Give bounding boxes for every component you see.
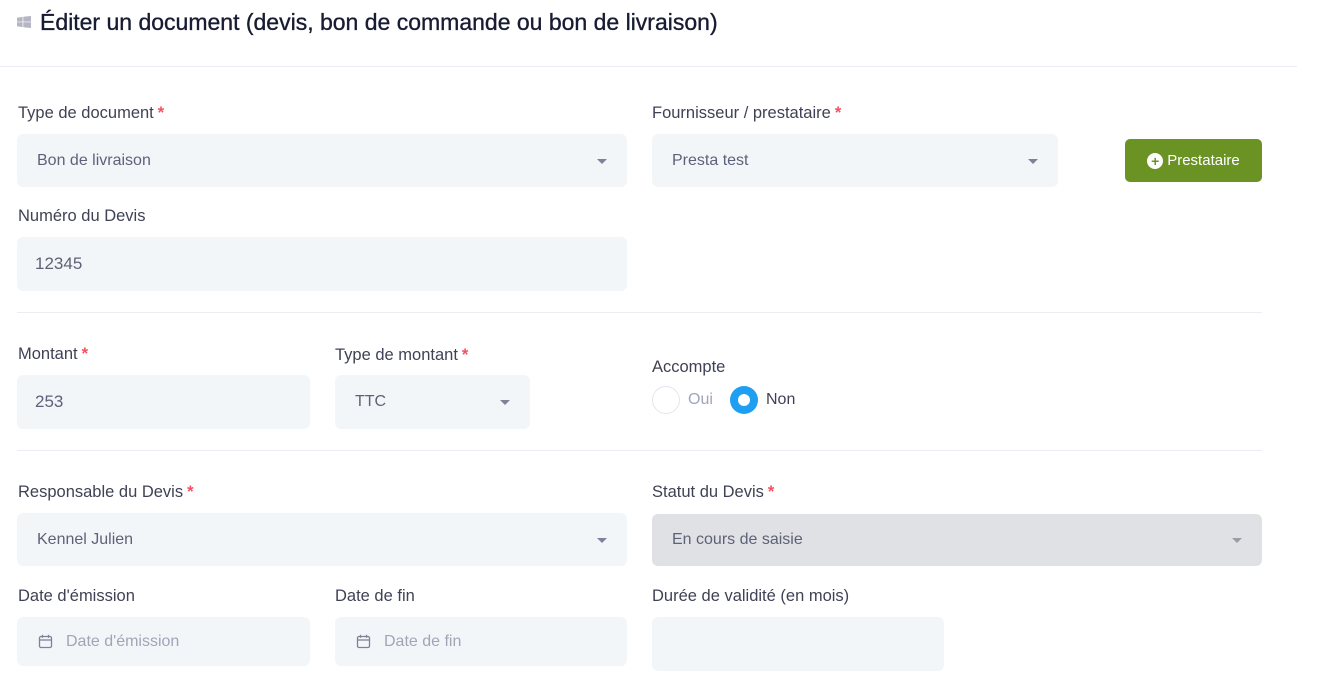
document-type-select[interactable]: Bon de livraison xyxy=(17,134,627,187)
chevron-down-icon xyxy=(1028,158,1038,164)
section-divider xyxy=(17,450,1262,451)
required-marker: * xyxy=(81,345,89,363)
document-type-label-text: Type de document xyxy=(18,104,154,122)
calendar-icon xyxy=(356,634,371,648)
document-type-label: Type de document * xyxy=(18,103,164,123)
header-divider xyxy=(0,66,1297,67)
chevron-down-icon xyxy=(500,400,510,405)
required-marker: * xyxy=(187,483,194,501)
provider-value: Presta test xyxy=(672,151,749,169)
provider-label: Fournisseur / prestataire * xyxy=(652,103,841,123)
edit-document-page: Éditer un document (devis, bon de comman… xyxy=(0,0,1322,684)
document-type-value: Bon de livraison xyxy=(37,151,151,169)
page-title: Éditer un document (devis, bon de comman… xyxy=(40,9,718,35)
radio-dot xyxy=(738,394,750,406)
calendar-icon xyxy=(38,634,53,648)
amount-type-label: Type de montant * xyxy=(335,345,468,365)
amount-type-value: TTC xyxy=(355,393,387,410)
quote-number-value: 12345 xyxy=(35,254,83,273)
provider-select[interactable]: Presta test xyxy=(652,134,1058,187)
deposit-option-non-label: Non xyxy=(766,391,796,408)
quote-manager-select[interactable]: Kennel Julien xyxy=(17,513,627,566)
required-marker: * xyxy=(157,104,165,122)
add-provider-button[interactable]: + Prestataire xyxy=(1125,139,1262,182)
quote-number-input[interactable]: 12345 xyxy=(17,237,627,291)
quote-status-label: Statut du Devis * xyxy=(652,482,774,502)
quote-status-select: En cours de saisie xyxy=(652,514,1262,566)
validity-input[interactable] xyxy=(652,617,944,671)
required-marker: * xyxy=(461,346,469,364)
amount-value: 253 xyxy=(35,392,64,411)
provider-label-text: Fournisseur / prestataire xyxy=(652,104,831,122)
quote-manager-label: Responsable du Devis * xyxy=(18,482,194,502)
amount-type-select[interactable]: TTC xyxy=(335,375,530,429)
deposit-radio-oui[interactable] xyxy=(652,386,680,414)
chevron-down-icon xyxy=(597,158,607,164)
deposit-label: Accompte xyxy=(652,358,726,376)
quote-status-value: En cours de saisie xyxy=(672,531,803,548)
amount-label-text: Montant xyxy=(18,345,78,363)
plus-circle-icon: + xyxy=(1147,152,1164,169)
end-date-input[interactable]: Date de fin xyxy=(335,617,627,666)
amount-type-label-text: Type de montant xyxy=(335,346,458,364)
deposit-option-oui-label: Oui xyxy=(688,391,713,408)
required-marker: * xyxy=(767,483,775,501)
quote-manager-value: Kennel Julien xyxy=(37,530,134,548)
amount-label: Montant * xyxy=(18,344,88,364)
quote-number-label: Numéro du Devis xyxy=(18,207,146,225)
issue-date-input[interactable]: Date d'émission xyxy=(17,617,310,666)
end-date-placeholder: Date de fin xyxy=(384,632,462,650)
issue-date-label: Date d'émission xyxy=(18,587,135,605)
deposit-radio-non[interactable] xyxy=(730,386,758,414)
amount-input[interactable]: 253 xyxy=(17,375,310,429)
add-provider-button-label: Prestataire xyxy=(1167,152,1240,169)
chevron-down-icon xyxy=(1232,538,1242,543)
required-marker: * xyxy=(834,104,842,122)
quote-status-label-text: Statut du Devis xyxy=(652,483,764,501)
validity-label: Durée de validité (en mois) xyxy=(652,587,850,605)
chevron-down-icon xyxy=(597,537,607,543)
windows-icon xyxy=(17,16,31,28)
quote-manager-label-text: Responsable du Devis xyxy=(18,483,184,501)
section-divider xyxy=(17,312,1262,313)
end-date-label: Date de fin xyxy=(335,587,415,605)
